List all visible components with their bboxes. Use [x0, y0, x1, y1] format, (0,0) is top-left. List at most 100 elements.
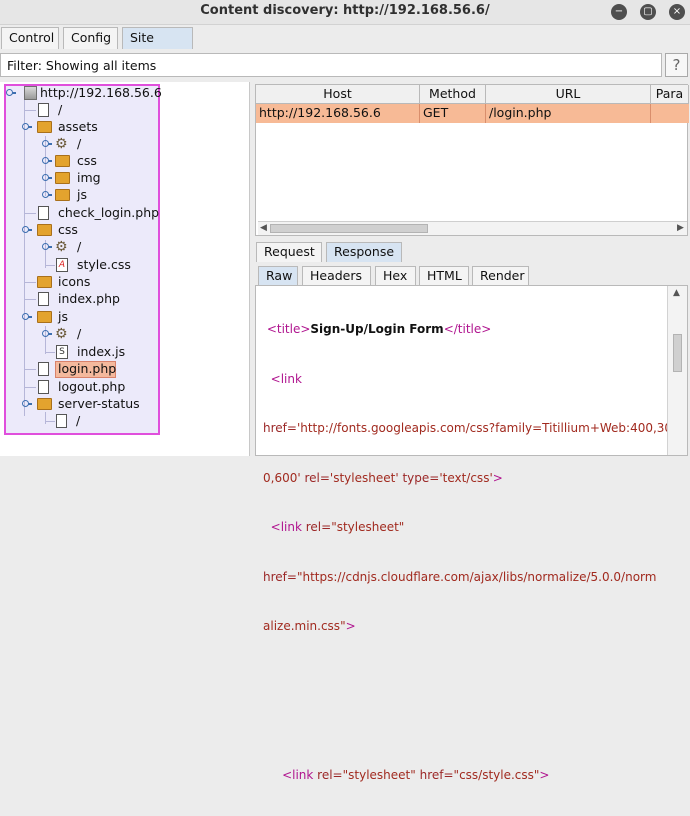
folder-icon: [55, 189, 70, 201]
tab-site-map[interactable]: Site map: [122, 27, 193, 65]
tree-guide: [24, 299, 36, 300]
scroll-thumb[interactable]: [270, 224, 428, 233]
vertical-scrollbar[interactable]: ▲: [667, 286, 687, 455]
collapse-toggle-icon[interactable]: [6, 89, 16, 97]
tree-item[interactable]: ⚙ /: [42, 136, 142, 152]
response-code[interactable]: <title>Sign-Up/Login Form</title> <link …: [263, 288, 673, 816]
tab-render[interactable]: Render: [472, 266, 529, 286]
tree-item[interactable]: js: [22, 309, 142, 325]
tree-item[interactable]: img: [42, 170, 142, 186]
tree-guide: [45, 421, 55, 422]
tab-hex[interactable]: Hex: [375, 266, 416, 286]
collapse-toggle-icon[interactable]: [22, 226, 32, 234]
tree-item[interactable]: css: [22, 222, 142, 238]
code-line: <link: [270, 371, 302, 386]
tree-item[interactable]: check_login.php: [24, 205, 159, 221]
collapse-toggle-icon[interactable]: [22, 123, 32, 131]
tree-item[interactable]: logout.php: [24, 379, 144, 395]
tree-item[interactable]: ⚙ /: [42, 239, 142, 255]
scroll-left-icon[interactable]: ◀: [260, 222, 267, 235]
horizontal-scrollbar[interactable]: ◀ ▶: [258, 221, 687, 235]
tab-response[interactable]: Response: [326, 242, 402, 262]
file-icon: [38, 103, 49, 117]
tab-headers[interactable]: Headers: [302, 266, 371, 286]
tree-item[interactable]: css: [42, 153, 142, 169]
collapse-toggle-icon[interactable]: [22, 400, 32, 408]
tree-item[interactable]: ⚙ /: [42, 326, 142, 342]
tree-root-label: http://192.168.56.6: [40, 85, 162, 100]
tree-item-label: assets: [58, 119, 98, 134]
tree-root[interactable]: http://192.168.56.6: [6, 85, 162, 101]
column-host[interactable]: Host: [256, 85, 420, 104]
window-titlebar: Content discovery: http://192.168.56.6/ …: [0, 0, 690, 25]
tree-item-label: index.js: [77, 344, 126, 359]
scroll-right-icon[interactable]: ▶: [677, 222, 684, 235]
file-icon: [38, 206, 49, 220]
expand-toggle-icon[interactable]: [42, 191, 52, 199]
code-line: <link rel="stylesheet": [270, 520, 405, 534]
tree-item[interactable]: icons: [24, 274, 144, 290]
expand-toggle-icon[interactable]: [42, 330, 52, 338]
folder-icon: [55, 172, 70, 184]
minimize-icon[interactable]: −: [611, 4, 627, 20]
expand-toggle-icon[interactable]: [42, 157, 52, 165]
column-url[interactable]: URL: [486, 85, 651, 104]
column-params[interactable]: Para: [651, 85, 689, 104]
tree-guide: [24, 110, 36, 111]
column-method[interactable]: Method: [420, 85, 486, 104]
right-panel: Host Method URL Para http://192.168.56.6…: [253, 82, 690, 782]
tree-item[interactable]: index.php: [24, 291, 144, 307]
tree-item[interactable]: /: [24, 102, 144, 118]
tree-item[interactable]: S index.js: [45, 344, 145, 360]
tree-item-label: icons: [58, 274, 91, 289]
collapse-toggle-icon[interactable]: [22, 313, 32, 321]
tree-item-label: css: [77, 153, 97, 168]
close-icon[interactable]: ×: [669, 4, 685, 20]
tree-guide: [24, 387, 36, 388]
tree-item-label: js: [77, 187, 87, 202]
tab-html[interactable]: HTML: [419, 266, 469, 286]
scroll-thumb[interactable]: [673, 334, 682, 372]
file-icon: [56, 414, 67, 428]
tree-item-label: /: [77, 136, 82, 151]
maximize-icon[interactable]: ▢: [640, 4, 656, 20]
tree-item-selected[interactable]: login.php: [24, 361, 144, 378]
cell-host: http://192.168.56.6: [256, 104, 420, 123]
expand-toggle-icon[interactable]: [42, 174, 52, 182]
tab-request[interactable]: Request: [256, 242, 322, 262]
tree-item[interactable]: js: [42, 187, 142, 203]
response-viewer[interactable]: <title>Sign-Up/Login Form</title> <link …: [255, 285, 688, 782]
code-line: href='http://fonts.googleapis.com/css?fa…: [263, 421, 673, 435]
gear-icon: ⚙: [55, 136, 68, 152]
help-button[interactable]: ?: [665, 53, 688, 77]
site-map-tree: http://192.168.56.6 / assets ⚙ / css img…: [0, 82, 250, 456]
folder-icon: [55, 155, 70, 167]
expand-toggle-icon[interactable]: [42, 140, 52, 148]
tree-guide: [45, 265, 55, 266]
expand-toggle-icon[interactable]: [42, 243, 52, 251]
host-icon: [24, 86, 37, 100]
scroll-up-icon[interactable]: ▲: [673, 288, 680, 298]
js-file-icon: S: [56, 345, 68, 359]
tree-item-label: css: [58, 222, 78, 237]
tab-control[interactable]: Control: [1, 27, 59, 49]
tree-item[interactable]: A style.css: [45, 257, 145, 273]
gear-icon: ⚙: [55, 326, 68, 342]
file-icon: [38, 380, 49, 394]
gear-icon: ⚙: [55, 239, 68, 255]
tree-item-assets[interactable]: assets: [22, 119, 142, 135]
code-line: alize.min.css">: [263, 619, 356, 633]
filter-bar[interactable]: Filter: Showing all items: [0, 53, 662, 77]
tab-raw[interactable]: Raw: [258, 266, 298, 286]
tree-guide: [24, 282, 36, 283]
tree-item-label: img: [77, 170, 101, 185]
tree-item-label: /: [77, 326, 82, 341]
tree-item[interactable]: /: [45, 413, 145, 429]
table-header: Host Method URL Para: [256, 85, 689, 104]
tree-item-label: logout.php: [58, 379, 126, 394]
tab-config[interactable]: Config: [63, 27, 118, 49]
tree-item[interactable]: server-status: [22, 396, 152, 412]
table-row[interactable]: http://192.168.56.6 GET /login.php: [256, 104, 689, 123]
